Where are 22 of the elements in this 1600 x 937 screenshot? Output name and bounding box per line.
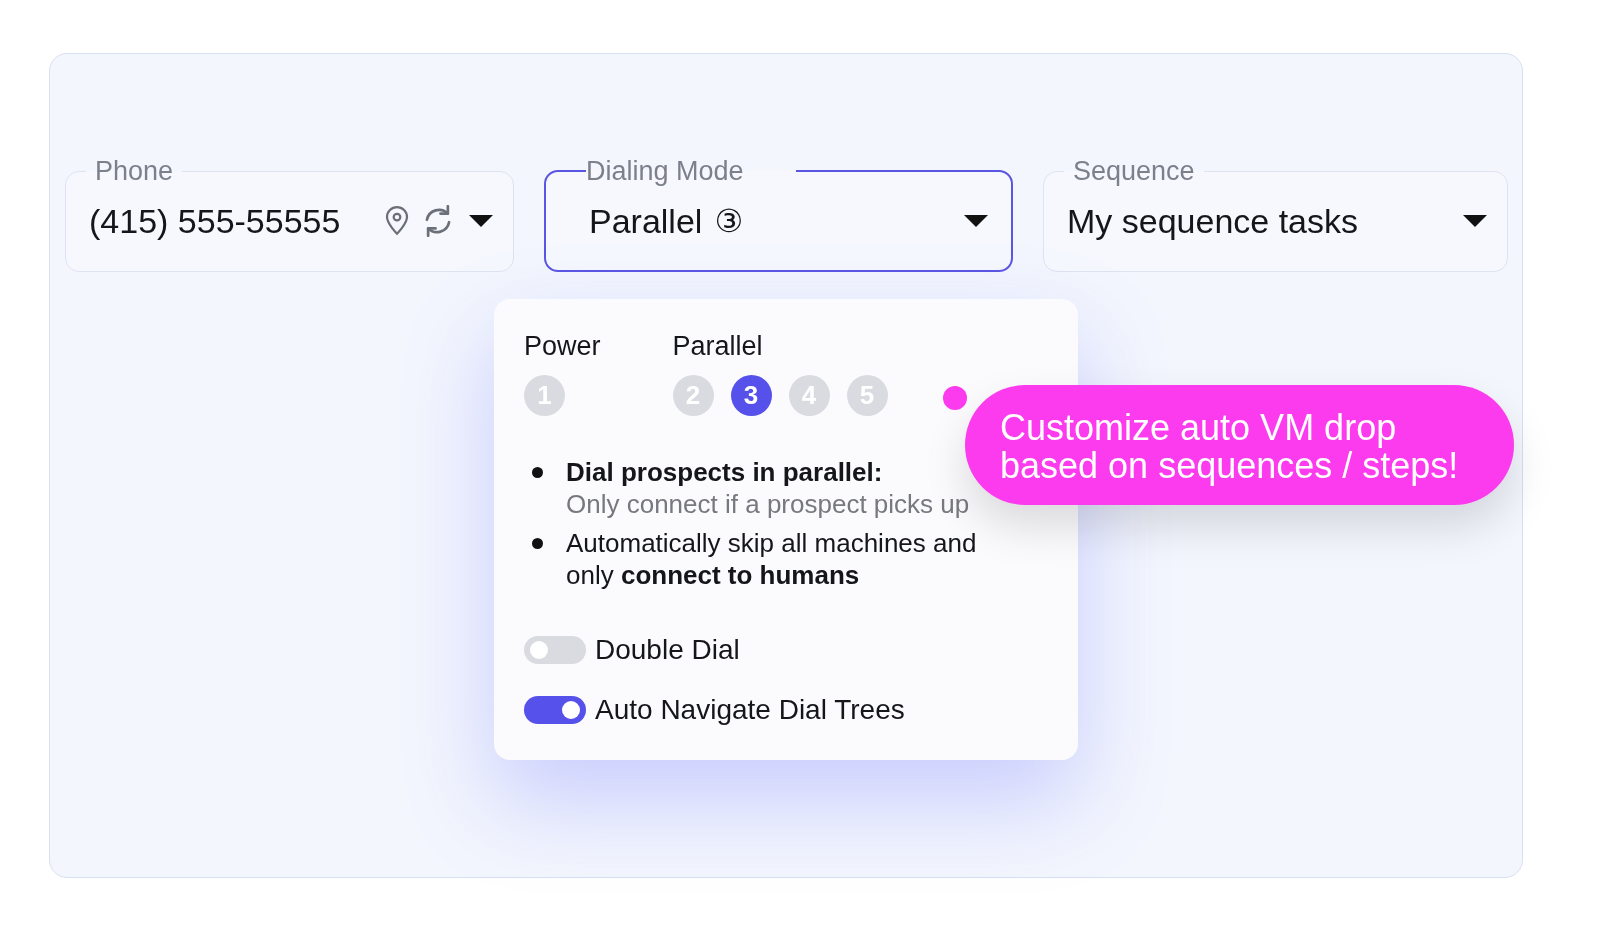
bullet-dot-icon (532, 467, 543, 478)
mode-count: ③ (714, 201, 744, 241)
bullet-title: Dial prospects in parallel: (566, 456, 883, 488)
field-label: Sequence (1072, 155, 1196, 187)
mode-group-label: Power (524, 330, 601, 363)
field-label: Phone (94, 155, 175, 187)
toggle-label: Double Dial (595, 634, 740, 666)
toggle-switch[interactable] (524, 696, 586, 724)
caret-icon[interactable] (1462, 214, 1488, 228)
location-pin-icon (384, 206, 410, 236)
bullet-text: Automatically skip all machines and only connect to humans (566, 527, 978, 591)
toggle-label: Auto Navigate Dial Trees (595, 694, 905, 726)
field-value: (415) 555-55555 (89, 201, 341, 241)
field-value: Parallel (589, 201, 703, 241)
bullet-dot-icon (532, 538, 543, 549)
caret-icon[interactable] (468, 214, 494, 228)
mode-option[interactable]: 3 (730, 375, 772, 416)
field-label: Dialing Mode (586, 155, 745, 187)
caret-icon[interactable] (963, 214, 989, 228)
toggle-switch[interactable] (524, 636, 586, 664)
mode-group-label: Parallel (672, 330, 763, 363)
field-value: My sequence tasks (1067, 201, 1359, 241)
